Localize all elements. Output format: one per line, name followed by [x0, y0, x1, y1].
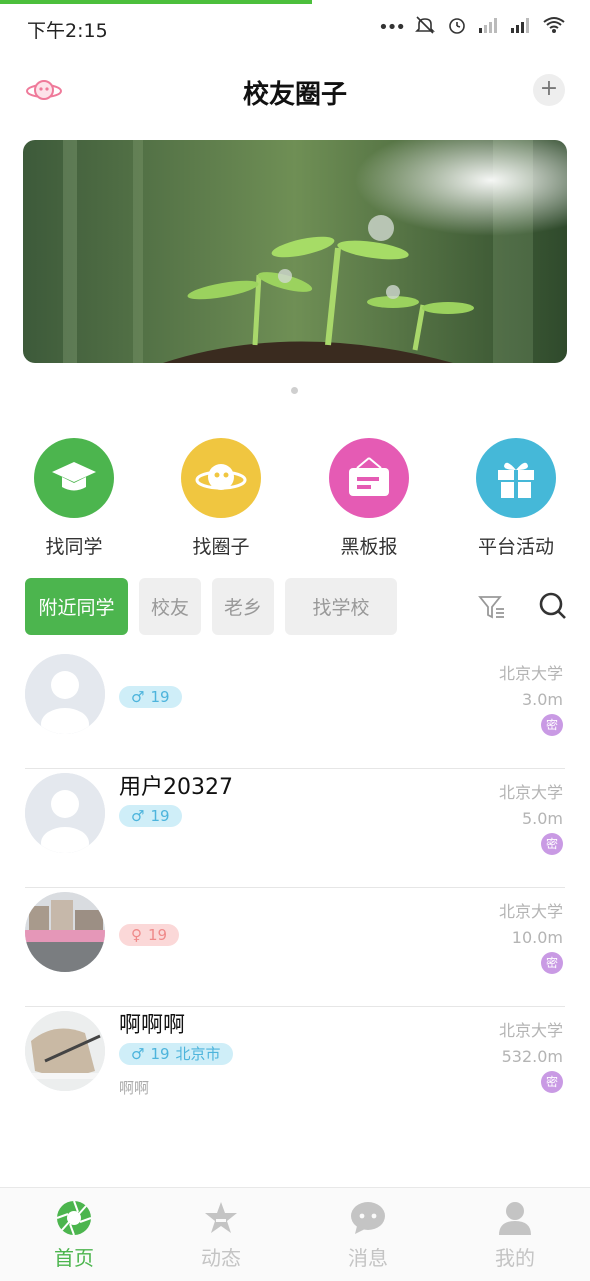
distance: 5.0m	[521, 809, 563, 828]
mute-icon	[414, 14, 436, 40]
age: 19	[150, 807, 170, 825]
banner-pagination-dot[interactable]	[291, 387, 298, 394]
tab-label: 我的	[495, 1246, 535, 1270]
entry-label: 找圈子	[192, 536, 250, 558]
more-dots-icon: •••	[378, 16, 406, 38]
avatar	[25, 1011, 105, 1091]
wifi-icon	[542, 15, 566, 39]
entry-find-classmates[interactable]: 找同学	[14, 438, 134, 559]
gift-icon	[476, 438, 556, 518]
star-icon	[147, 1198, 295, 1238]
user-signature: 啊啊	[119, 1079, 150, 1097]
list-item[interactable]: ♀ 19 北京大学 10.0m 密	[25, 888, 565, 1007]
list-item[interactable]: 啊啊啊 ♂ 19 北京市 啊啊 北京大学 532.0m 密	[25, 1007, 565, 1125]
filter-bar: 附近同学 校友 老乡 找学校	[0, 578, 590, 636]
search-icon[interactable]	[538, 591, 568, 625]
tab-label: 动态	[201, 1246, 241, 1270]
signal-1-icon	[478, 16, 500, 38]
filter-find-school[interactable]: 找学校	[285, 578, 397, 635]
alarm-icon	[446, 14, 468, 40]
secret-badge: 密	[541, 833, 563, 855]
user-name: 用户20327	[119, 775, 233, 800]
add-button[interactable]: +	[533, 74, 565, 106]
signal-2-icon	[510, 16, 532, 38]
app-header: 校友圈子 +	[0, 60, 590, 122]
status-bar: 下午2:15 •••	[0, 0, 590, 56]
gender-age-tag: ♀ 19	[119, 924, 180, 946]
list-item[interactable]: ♂ 19 北京大学 3.0m 密	[25, 650, 565, 769]
page-title: 校友圈子	[242, 80, 347, 110]
aperture-icon	[0, 1198, 148, 1238]
tab-label: 首页	[54, 1246, 94, 1270]
chat-icon	[294, 1198, 442, 1238]
school-name: 北京大学	[498, 783, 563, 802]
school-name: 北京大学	[498, 902, 563, 921]
tab-home[interactable]: 首页	[0, 1188, 148, 1271]
filter-alumni[interactable]: 校友	[139, 578, 201, 635]
avatar	[25, 654, 105, 734]
graduation-cap-icon	[34, 438, 114, 518]
secret-badge: 密	[541, 1071, 563, 1093]
status-time: 下午2:15	[27, 20, 108, 42]
school-name: 北京大学	[498, 1021, 563, 1040]
female-icon: ♀	[131, 926, 142, 944]
age: 19	[150, 1045, 170, 1063]
entry-label: 平台活动	[477, 536, 554, 558]
planet-icon	[181, 438, 261, 518]
tab-messages[interactable]: 消息	[294, 1188, 442, 1271]
entry-find-circles[interactable]: 找圈子	[161, 438, 281, 559]
tab-mine[interactable]: 我的	[441, 1188, 589, 1271]
age: 19	[148, 926, 168, 944]
entry-blackboard[interactable]: 黑板报	[309, 438, 429, 559]
distance: 532.0m	[501, 1047, 563, 1066]
tab-moments[interactable]: 动态	[147, 1188, 295, 1271]
male-icon: ♂	[131, 688, 145, 706]
entry-platform-activities[interactable]: 平台活动	[456, 438, 576, 559]
gender-age-tag: ♂ 19 北京市	[119, 1043, 233, 1065]
location: 北京市	[175, 1045, 221, 1063]
quick-entries: 找同学 找圈子 黑板报 平台活动	[0, 438, 590, 558]
gender-age-tag: ♂ 19	[119, 805, 182, 827]
filter-nearby-classmates[interactable]: 附近同学	[25, 578, 128, 635]
user-name: 啊啊啊	[119, 1013, 186, 1038]
secret-badge: 密	[541, 952, 563, 974]
gender-age-tag: ♂ 19	[119, 686, 182, 708]
avatar	[25, 773, 105, 853]
person-icon	[441, 1198, 589, 1238]
banner-image[interactable]	[23, 140, 567, 363]
secret-badge: 密	[541, 714, 563, 736]
board-icon	[329, 438, 409, 518]
distance: 3.0m	[521, 690, 563, 709]
user-list: ♂ 19 北京大学 3.0m 密 用户20327 ♂ 19 北京大学 5.0m …	[0, 650, 590, 1125]
male-icon: ♂	[131, 1045, 145, 1063]
filter-funnel-icon[interactable]	[477, 592, 507, 626]
age: 19	[150, 688, 170, 706]
status-icons: •••	[378, 14, 566, 40]
distance: 10.0m	[511, 928, 563, 947]
male-icon: ♂	[131, 807, 145, 825]
entry-label: 找同学	[45, 536, 103, 558]
school-name: 北京大学	[498, 664, 563, 683]
filter-hometown[interactable]: 老乡	[212, 578, 274, 635]
tab-label: 消息	[348, 1246, 388, 1270]
bottom-tab-bar: 首页 动态 消息 我的	[0, 1187, 590, 1281]
entry-label: 黑板报	[340, 536, 398, 558]
avatar	[25, 892, 105, 972]
list-item[interactable]: 用户20327 ♂ 19 北京大学 5.0m 密	[25, 769, 565, 888]
